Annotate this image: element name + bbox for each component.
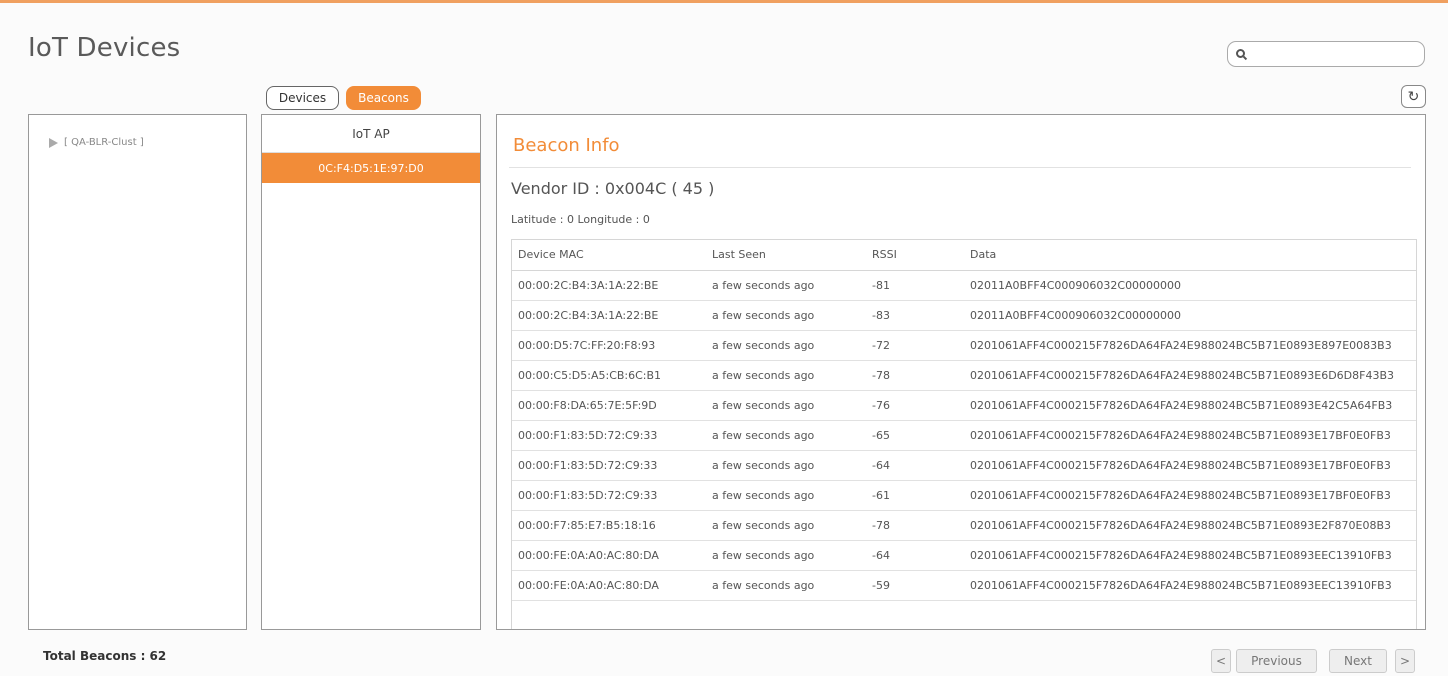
cell-device-mac: 00:00:2C:B4:3A:1A:22:BE — [512, 300, 706, 331]
cell-rssi: -72 — [866, 330, 964, 361]
cell-last-seen: a few seconds ago — [706, 570, 866, 601]
cell-rssi: -64 — [866, 540, 964, 571]
table-row[interactable]: 00:00:F7:85:E7:B5:18:16 a few seconds ago… — [512, 510, 1416, 541]
total-beacons: Total Beacons : 62 — [43, 649, 167, 663]
cell-last-seen: a few seconds ago — [706, 360, 866, 391]
next-button[interactable]: Next — [1329, 649, 1387, 673]
cell-rssi: -78 — [866, 510, 964, 541]
cell-device-mac: 00:00:F8:DA:65:7E:5F:9D — [512, 390, 706, 421]
cell-rssi: -61 — [866, 480, 964, 511]
cell-device-mac: 00:00:C5:D5:A5:CB:6C:B1 — [512, 360, 706, 391]
search-input[interactable] — [1251, 44, 1424, 64]
cell-last-seen: a few seconds ago — [706, 390, 866, 421]
table-row[interactable]: 00:00:D5:7C:FF:20:F8:93 a few seconds ago… — [512, 330, 1416, 361]
cell-data: 0201061AFF4C000215F7826DA64FA24E988024BC… — [964, 330, 1416, 361]
cell-device-mac: 00:00:FE:0A:A0:AC:80:DA — [512, 540, 706, 571]
cell-rssi: -81 — [866, 270, 964, 301]
cell-device-mac: 00:00:FE:0A:A0:AC:80:DA — [512, 570, 706, 601]
next-page-button[interactable]: > — [1395, 649, 1415, 673]
zone-tree-panel: [ QA-BLR-Clust ] — [28, 114, 247, 630]
iot-ap-header: IoT AP — [262, 115, 480, 153]
column-header-last-seen[interactable]: Last Seen — [706, 240, 866, 271]
tree-item-label: [ QA-BLR-Clust ] — [64, 137, 144, 148]
cell-data: 0201061AFF4C000215F7826DA64FA24E988024BC… — [964, 540, 1416, 571]
cell-rssi: -59 — [866, 570, 964, 601]
cell-data: 0201061AFF4C000215F7826DA64FA24E988024BC… — [964, 570, 1416, 601]
cell-device-mac: 00:00:2C:B4:3A:1A:22:BE — [512, 270, 706, 301]
prev-page-button[interactable]: < — [1211, 649, 1231, 673]
cell-last-seen: a few seconds ago — [706, 420, 866, 451]
table-header-row: Device MAC Last Seen RSSI Data — [512, 240, 1416, 271]
cell-data: 0201061AFF4C000215F7826DA64FA24E988024BC… — [964, 510, 1416, 541]
table-row[interactable]: 00:00:F1:83:5D:72:C9:33 a few seconds ago… — [512, 480, 1416, 511]
tree-item-cluster[interactable]: [ QA-BLR-Clust ] — [49, 137, 144, 148]
table-row[interactable]: 00:00:2C:B4:3A:1A:22:BE a few seconds ago… — [512, 300, 1416, 331]
column-header-data[interactable]: Data — [964, 240, 1416, 271]
beacon-table-container[interactable]: Device MAC Last Seen RSSI Data 00:00:2C:… — [511, 239, 1417, 629]
chevron-left-icon: < — [1215, 654, 1227, 668]
table-row[interactable]: 00:00:FE:0A:A0:AC:80:DA a few seconds ago… — [512, 570, 1416, 601]
cell-device-mac: 00:00:F7:85:E7:B5:18:16 — [512, 510, 706, 541]
cell-data: 0201061AFF4C000215F7826DA64FA24E988024BC… — [964, 450, 1416, 481]
iot-ap-row-selected[interactable]: 0C:F4:D5:1E:97:D0 — [262, 153, 480, 183]
table-row[interactable]: 00:00:C5:D5:A5:CB:6C:B1 a few seconds ago… — [512, 360, 1416, 391]
cell-device-mac: 00:00:F1:83:5D:72:C9:33 — [512, 450, 706, 481]
vendor-id: Vendor ID : 0x004C ( 45 ) — [511, 179, 715, 198]
cell-device-mac: 00:00:D5:7C:FF:20:F8:93 — [512, 330, 706, 361]
cell-device-mac: 00:00:F1:83:5D:72:C9:33 — [512, 420, 706, 451]
cell-device-mac: 00:00:F1:83:5D:72:C9:33 — [512, 480, 706, 511]
beacon-table: Device MAC Last Seen RSSI Data 00:00:2C:… — [512, 240, 1416, 601]
cell-data: 0201061AFF4C000215F7826DA64FA24E988024BC… — [964, 390, 1416, 421]
cell-data: 02011A0BFF4C000906032C00000000 — [964, 300, 1416, 331]
search-icon — [1236, 48, 1248, 60]
chevron-right-icon: > — [1399, 654, 1411, 668]
cell-data: 0201061AFF4C000215F7826DA64FA24E988024BC… — [964, 360, 1416, 391]
cell-rssi: -65 — [866, 420, 964, 451]
column-header-rssi[interactable]: RSSI — [866, 240, 964, 271]
cell-rssi: -83 — [866, 300, 964, 331]
refresh-button[interactable]: ↻ — [1401, 85, 1426, 108]
search-box[interactable] — [1227, 41, 1425, 67]
previous-button[interactable]: Previous — [1236, 649, 1317, 673]
cell-last-seen: a few seconds ago — [706, 510, 866, 541]
beacon-info-panel: Beacon Info Vendor ID : 0x004C ( 45 ) La… — [496, 114, 1426, 630]
table-row[interactable]: 00:00:F1:83:5D:72:C9:33 a few seconds ago… — [512, 450, 1416, 481]
table-row[interactable]: 00:00:F8:DA:65:7E:5F:9D a few seconds ago… — [512, 390, 1416, 421]
refresh-icon: ↻ — [1407, 88, 1420, 105]
iot-ap-panel: IoT AP 0C:F4:D5:1E:97:D0 — [261, 114, 481, 630]
lat-long: Latitude : 0 Longitude : 0 — [511, 213, 650, 226]
cell-rssi: -64 — [866, 450, 964, 481]
table-row[interactable]: 00:00:F1:83:5D:72:C9:33 a few seconds ago… — [512, 420, 1416, 451]
beacon-info-title: Beacon Info — [513, 135, 620, 156]
page-title: IoT Devices — [28, 33, 181, 63]
cell-last-seen: a few seconds ago — [706, 330, 866, 361]
beacons-toggle-button[interactable]: Beacons — [346, 86, 421, 110]
cell-data: 0201061AFF4C000215F7826DA64FA24E988024BC… — [964, 480, 1416, 511]
cell-last-seen: a few seconds ago — [706, 270, 866, 301]
cell-rssi: -76 — [866, 390, 964, 421]
cell-data: 0201061AFF4C000215F7826DA64FA24E988024BC… — [964, 420, 1416, 451]
table-row[interactable]: 00:00:2C:B4:3A:1A:22:BE a few seconds ago… — [512, 270, 1416, 301]
column-header-device-mac[interactable]: Device MAC — [512, 240, 706, 271]
cell-last-seen: a few seconds ago — [706, 450, 866, 481]
triangle-right-icon[interactable] — [49, 137, 58, 148]
divider — [509, 167, 1411, 168]
cell-last-seen: a few seconds ago — [706, 300, 866, 331]
cell-rssi: -78 — [866, 360, 964, 391]
cell-last-seen: a few seconds ago — [706, 480, 866, 511]
cell-data: 02011A0BFF4C000906032C00000000 — [964, 270, 1416, 301]
cell-last-seen: a few seconds ago — [706, 540, 866, 571]
devices-toggle-button[interactable]: Devices — [266, 86, 339, 110]
table-row[interactable]: 00:00:FE:0A:A0:AC:80:DA a few seconds ago… — [512, 540, 1416, 571]
